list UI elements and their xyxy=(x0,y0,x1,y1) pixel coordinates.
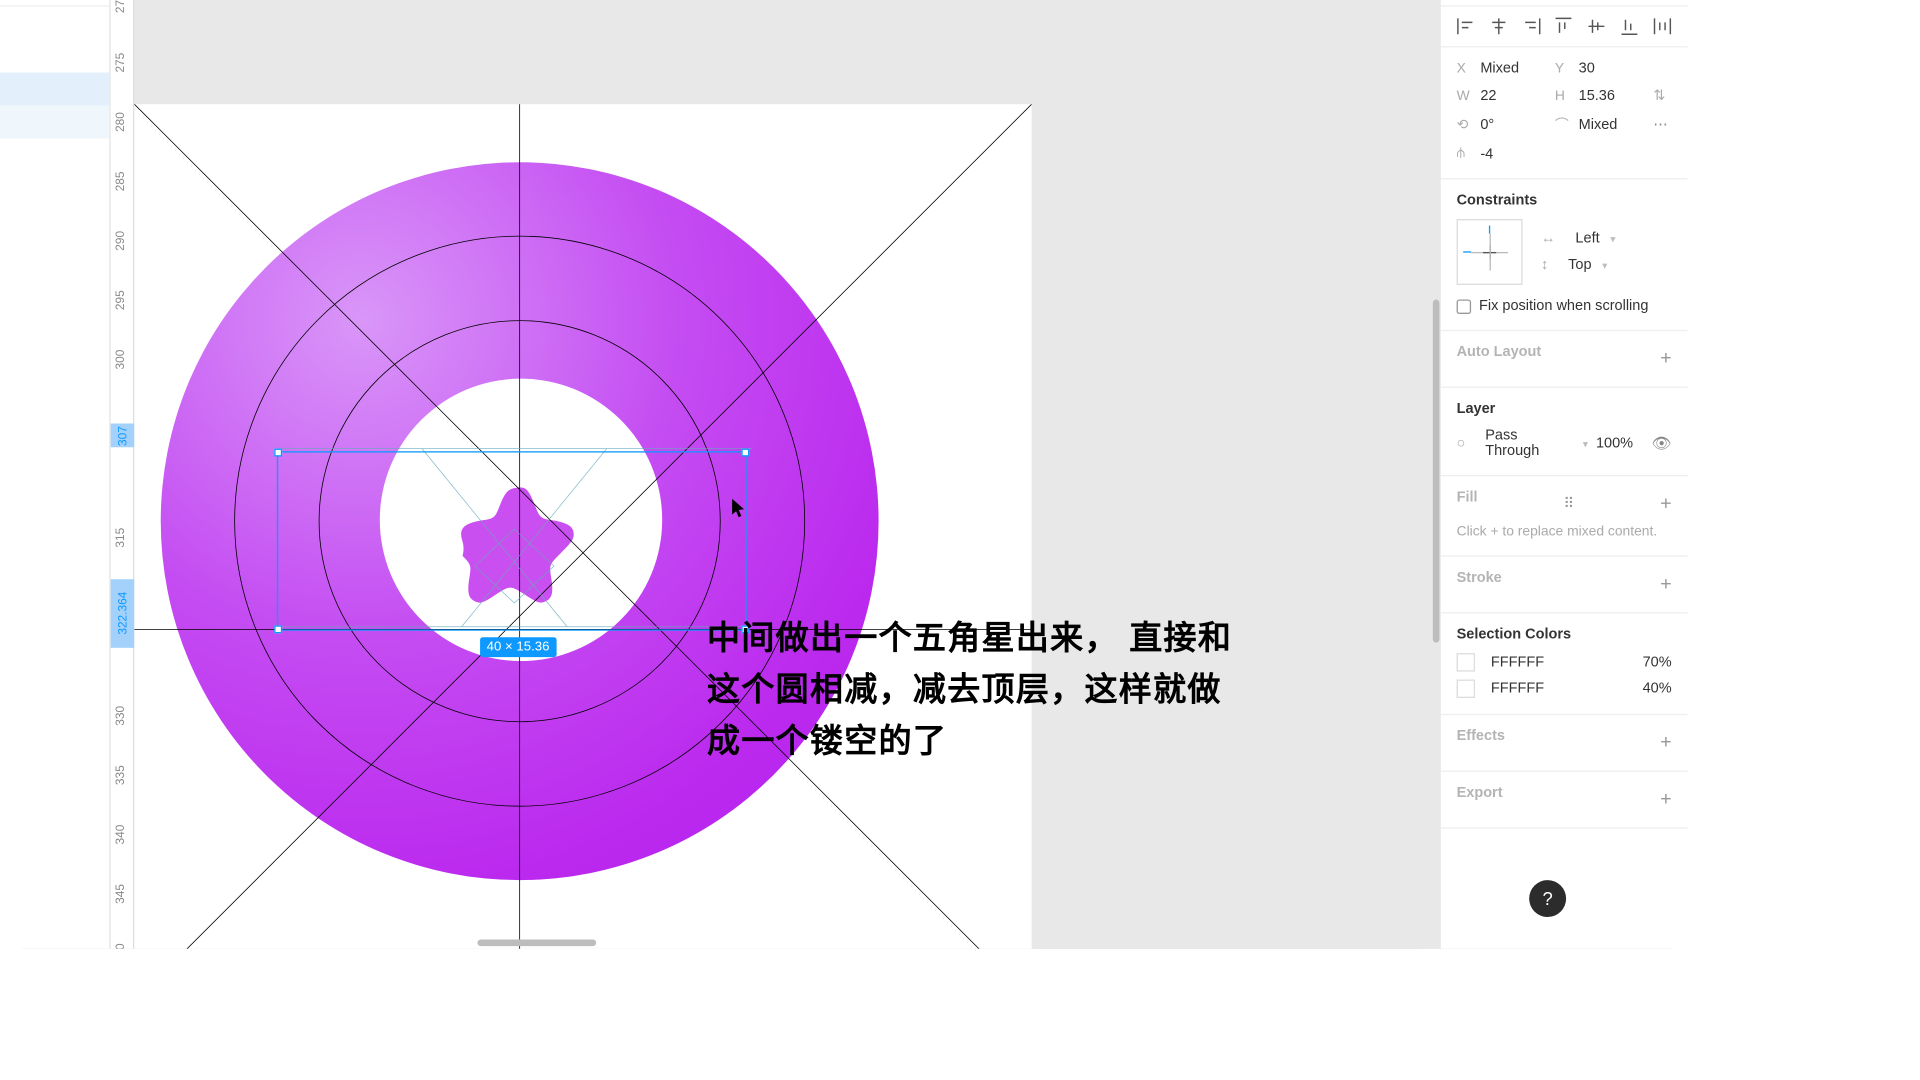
canvas[interactable]: -275-260-255-250-245-240-235-200-195-190… xyxy=(111,0,1440,949)
layer-heading: Layer xyxy=(1457,401,1672,417)
layer-opacity[interactable]: 100% xyxy=(1596,435,1633,451)
layer-item[interactable]: —Rectangle 58 xyxy=(0,765,109,798)
add-stroke-icon[interactable]: + xyxy=(1660,572,1672,594)
align-vcenter-icon[interactable] xyxy=(1588,17,1606,35)
layer-item[interactable]: ⊘Subtract xyxy=(0,468,109,501)
layer-item[interactable]: ◇80栅格线 xyxy=(0,40,109,73)
layer-item[interactable]: ⊘Subtract xyxy=(0,732,109,765)
selection-box[interactable] xyxy=(277,451,747,630)
prop-w[interactable]: 22 xyxy=(1480,88,1547,104)
layer-item[interactable]: ⊘Subtract xyxy=(0,930,109,948)
constraints-heading: Constraints xyxy=(1457,193,1672,209)
color-swatch[interactable] xyxy=(1457,653,1475,671)
auto-layout-heading: Auto Layout xyxy=(1457,344,1542,360)
constraints-widget[interactable] xyxy=(1457,219,1523,285)
add-fill-icon[interactable]: + xyxy=(1660,491,1672,513)
prop-rotation[interactable]: 0° xyxy=(1480,117,1547,133)
layer-item[interactable]: ⊘Subtract xyxy=(0,138,109,171)
constraint-v[interactable]: Top xyxy=(1568,257,1591,273)
distribute-icon[interactable] xyxy=(1653,17,1671,35)
fix-position-checkbox[interactable] xyxy=(1457,299,1472,314)
layer-item[interactable]: ○Ellipse 10 xyxy=(0,864,109,897)
align-left-icon[interactable] xyxy=(1457,17,1475,35)
layer-item[interactable]: ○Ellipse 25 xyxy=(0,369,109,402)
prop-x[interactable]: Mixed xyxy=(1480,61,1547,77)
layer-item[interactable]: ▭Rectangle 59 xyxy=(0,534,109,567)
align-hcenter-icon[interactable] xyxy=(1489,17,1507,35)
blend-mode[interactable]: Pass Through xyxy=(1485,427,1572,459)
prop-radius[interactable]: Mixed xyxy=(1579,117,1646,133)
layer-item[interactable]: #Frame 10 xyxy=(0,435,109,468)
color-opacity: 40% xyxy=(1643,681,1672,697)
prop-y[interactable]: 30 xyxy=(1579,61,1646,77)
color-swatch[interactable] xyxy=(1457,680,1475,698)
layer-item[interactable]: ⊘Subtract xyxy=(0,73,109,106)
align-bottom-icon[interactable] xyxy=(1620,17,1638,35)
constraint-h[interactable]: Left xyxy=(1575,231,1599,247)
align-right-icon[interactable] xyxy=(1522,17,1540,35)
properties-panel: Design Prototype Inspect XMixed Y30 W22 … xyxy=(1439,0,1687,949)
fill-hint: Click + to replace mixed content. xyxy=(1457,524,1672,540)
add-export-icon[interactable]: + xyxy=(1660,787,1672,809)
layer-item[interactable]: ▭Rectangle 33 xyxy=(0,270,109,303)
layer-item[interactable]: ○Ellipse 24 xyxy=(0,402,109,435)
alignment-controls xyxy=(1441,7,1688,48)
add-autolayout-icon[interactable]: + xyxy=(1660,346,1672,368)
layer-item[interactable]: #Frame 9 xyxy=(0,699,109,732)
layer-item[interactable]: ▭Rectangle 56 xyxy=(0,798,109,831)
align-top-icon[interactable] xyxy=(1555,17,1573,35)
add-effect-icon[interactable]: + xyxy=(1660,730,1672,752)
layer-item[interactable]: ○Ellipse 16 xyxy=(0,336,109,369)
layer-item[interactable]: ⊘Subtract xyxy=(0,105,109,138)
prop-h[interactable]: 15.36 xyxy=(1579,88,1646,104)
lock-aspect-icon[interactable]: ⇅ xyxy=(1653,87,1671,104)
right-panel-scrollbar[interactable] xyxy=(1433,299,1440,642)
layer-item[interactable]: ○Ellipse 10 xyxy=(0,666,109,699)
help-button[interactable]: ? xyxy=(1529,880,1566,917)
layer-item[interactable]: ⊘Subtract xyxy=(0,567,109,600)
selection-color-row[interactable]: FFFFFF 40% xyxy=(1457,680,1672,698)
fill-style-icon[interactable]: ⠿ xyxy=(1564,494,1575,511)
layer-item[interactable]: ▭Rectangle 59 xyxy=(0,633,109,666)
layer-item[interactable]: ⊘Subtract xyxy=(0,237,109,270)
layer-item[interactable]: ▭Rectangle 57 xyxy=(0,831,109,864)
visibility-toggle-icon[interactable]: 👁 xyxy=(1652,434,1672,452)
fill-heading: Fill xyxy=(1457,489,1478,505)
annotation-text: 中间做出一个五角星出来， 直接和这个圆相减，减去顶层，这样就做成一个镂空的了 xyxy=(707,614,1232,767)
more-options-icon[interactable]: ⋯ xyxy=(1653,116,1671,133)
color-hex: FFFFFF xyxy=(1491,681,1544,697)
cursor-icon xyxy=(731,497,747,518)
layer-item[interactable]: ○Ellipse 23 xyxy=(0,600,109,633)
fix-position-label: Fix position when scrolling xyxy=(1479,298,1648,314)
selection-colors-heading: Selection Colors xyxy=(1457,627,1672,643)
dimension-badge: 40 × 15.36 xyxy=(480,637,556,657)
layer-item[interactable]: ⊞色环 1 xyxy=(0,204,109,237)
stroke-heading: Stroke xyxy=(1457,570,1502,586)
layer-item[interactable]: ○Ellipse 27 xyxy=(0,171,109,204)
h-scrollbar-thumb[interactable] xyxy=(477,939,596,946)
color-opacity: 70% xyxy=(1643,654,1672,670)
layer-item[interactable]: #Frame 11 xyxy=(0,7,109,40)
layer-item[interactable]: #Frame 8 xyxy=(0,897,109,930)
effects-heading: Effects xyxy=(1457,728,1505,744)
selection-color-row[interactable]: FFFFFF 70% xyxy=(1457,653,1672,671)
vertical-ruler: 2702752802852902953003153303353403453503… xyxy=(111,0,135,949)
color-hex: FFFFFF xyxy=(1491,654,1544,670)
layer-item[interactable]: ○Ellipse 23 xyxy=(0,501,109,534)
export-heading: Export xyxy=(1457,785,1503,801)
prop-spread[interactable]: -4 xyxy=(1480,146,1547,162)
layers-panel: Layers Assets Page 1▾ #Frame 11◇80栅格线⊘Su… xyxy=(0,0,111,949)
layer-item[interactable]: ▭Rectangle 32 xyxy=(0,303,109,336)
